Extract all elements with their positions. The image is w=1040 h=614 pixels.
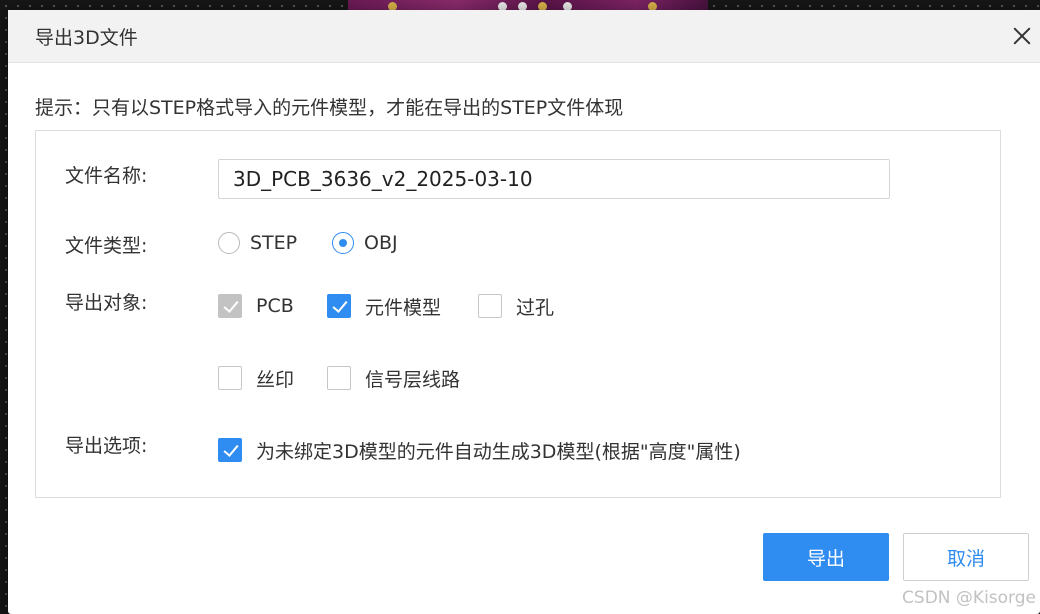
watermark-text: CSDN @Kisorge [902,588,1036,608]
checkbox-silkscreen[interactable] [218,366,242,390]
filetype-step-label: STEP [250,232,298,254]
object-component-model-checkbox[interactable]: 元件模型 [327,293,441,319]
object-silkscreen-checkbox[interactable]: 丝印 [218,365,294,391]
radio-obj[interactable] [332,232,354,254]
radio-step[interactable] [218,232,240,254]
filetype-label: 文件类型: [65,235,148,257]
filetype-obj-label: OBJ [364,232,398,254]
object-signal-layer-label: 信号层线路 [365,368,461,391]
filetype-obj-radio[interactable]: OBJ [332,230,398,256]
close-icon[interactable] [1010,24,1034,48]
checkbox-component-model[interactable] [327,294,351,318]
export-objects-label: 导出对象: [65,292,148,314]
cancel-button[interactable]: 取消 [903,533,1029,581]
dialog-title: 导出3D文件 [35,27,138,49]
filetype-step-radio[interactable]: STEP [218,230,297,256]
object-component-model-label: 元件模型 [365,296,442,319]
checkbox-pcb[interactable] [218,294,242,318]
object-signal-layer-checkbox[interactable]: 信号层线路 [327,365,460,391]
dialog-titlebar: 导出3D文件 [8,10,1040,63]
auto-generate-3d-label: 为未绑定3D模型的元件自动生成3D模型(根据"高度"属性) [256,440,741,463]
checkbox-signal-layer[interactable] [327,366,351,390]
object-silkscreen-label: 丝印 [256,368,295,391]
checkbox-auto-generate-3d[interactable] [218,438,242,462]
object-via-checkbox[interactable]: 过孔 [478,293,554,319]
object-pcb-label: PCB [256,295,294,317]
checkbox-via[interactable] [478,294,502,318]
export-button[interactable]: 导出 [763,533,889,581]
export-options-label: 导出选项: [65,435,148,457]
filename-input[interactable] [218,159,890,199]
object-pcb-checkbox[interactable]: PCB [218,293,294,319]
export-3d-dialog: 导出3D文件 提示：只有以STEP格式导入的元件模型，才能在导出的STEP文件体… [8,10,1040,614]
export-settings-panel: 文件名称: 文件类型: STEP OBJ 导出对象: PCB 元件模型 过孔 丝… [35,130,1001,498]
filename-label: 文件名称: [65,165,148,187]
hint-text: 提示：只有以STEP格式导入的元件模型，才能在导出的STEP文件体现 [35,97,624,119]
auto-generate-3d-checkbox[interactable]: 为未绑定3D模型的元件自动生成3D模型(根据"高度"属性) [218,437,741,463]
object-via-label: 过孔 [516,296,555,319]
